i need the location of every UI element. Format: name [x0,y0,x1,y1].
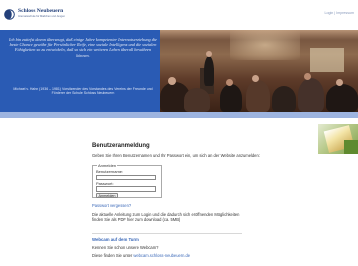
webcam-text: Diese finden Sie unter webcam.schloss-ne… [92,253,190,258]
banner-caption: Michael v. Hahn (1936 – 1981) Vorsitzend… [13,87,153,96]
login-form: Anmelden Benutzername: Passwort: Anmelde… [92,163,162,198]
webcam-prefix: Diese finden Sie unter [92,253,134,258]
username-field[interactable] [96,174,156,180]
login-button[interactable]: Anmelden [96,193,118,198]
forgot-password-link[interactable]: Passwort vergessen? [92,203,131,208]
password-field[interactable] [96,186,156,192]
section-divider [92,233,242,234]
main-content: Benutzeranmeldung Geben Sie Ihren Benutz… [90,118,295,266]
site-header: Schloss Neubeuern Internatsschule für Mä… [0,0,358,30]
page-title: Benutzeranmeldung [92,143,150,149]
webcam-heading[interactable]: Webcam auf dem Turm [92,237,139,242]
webcam-question: Kennen Sie schon unsere Webcam? [92,245,159,250]
logo-tagline: Internatsschule für Mädchen und Jungen [18,14,66,18]
banner-quote: Ich bin zutiefst davon überzeugt, daß ei… [9,37,157,58]
top-links: Login | Impressum [324,11,354,15]
banner-photo [160,30,358,112]
impressum-link[interactable]: Impressum [336,11,354,15]
page: Schloss Neubeuern Internatsschule für Mä… [0,0,358,266]
banner: Ich bin zutiefst davon überzeugt, daß ei… [0,30,358,112]
login-link[interactable]: Login [324,11,333,15]
decorative-photo [318,124,358,154]
logo-name[interactable]: Schloss Neubeuern [18,8,63,14]
username-label: Benutzername: [96,169,124,174]
login-guide-text: Die aktuelle Anleitung zum Login und die… [92,212,240,222]
password-label: Passwort: [96,180,114,186]
login-form-legend: Anmelden [97,163,118,168]
webcam-link[interactable]: webcam.schloss-neubeuern.de [133,253,190,258]
school-logo-icon[interactable] [4,9,15,20]
login-intro: Geben Sie Ihren Benutzernamen und Ihr Pa… [92,153,260,158]
